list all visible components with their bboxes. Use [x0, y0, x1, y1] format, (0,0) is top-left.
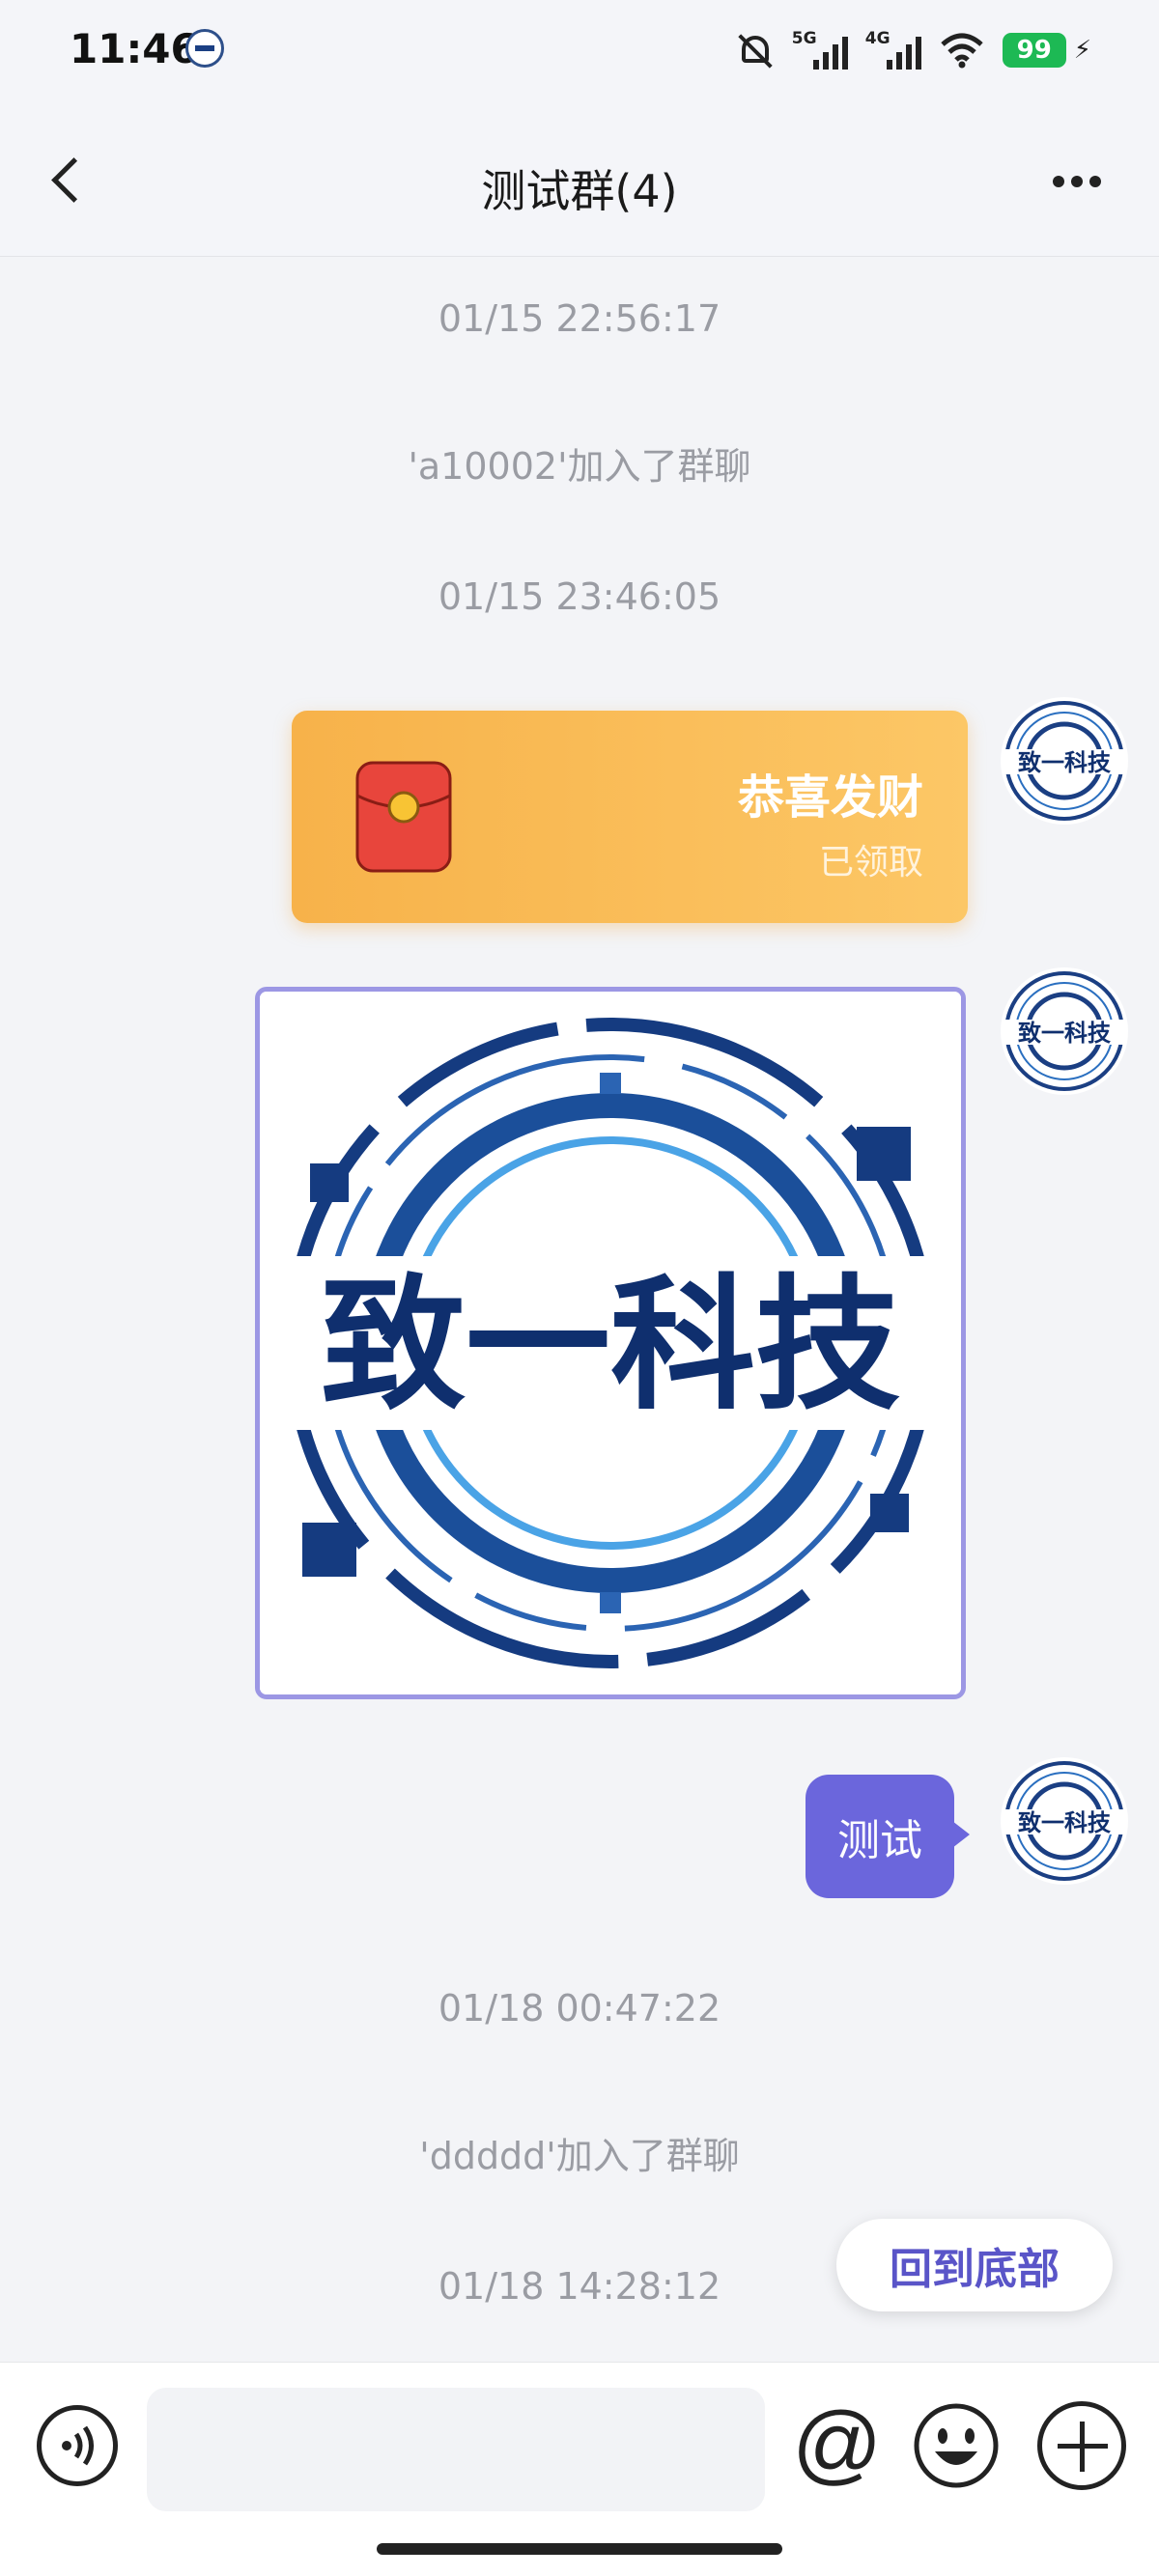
image-message[interactable]: 致一科技 — [255, 987, 966, 1699]
red-packet-icon — [355, 761, 452, 873]
mute-icon — [736, 31, 775, 70]
page-title: 测试群(4) — [481, 165, 678, 217]
chat-message-list[interactable]: 01/15 22:56:17 'a10002'加入了群聊 01/15 23:46… — [0, 257, 1159, 2362]
avatar[interactable]: 致一科技 — [1001, 697, 1128, 825]
system-message: 'a10002'加入了群聊 — [408, 445, 751, 488]
charging-icon: ⚡ — [1073, 36, 1091, 65]
voice-button[interactable] — [37, 2405, 118, 2486]
red-packet-status: 已领取 — [818, 843, 923, 882]
red-packet-title: 恭喜发财 — [737, 770, 923, 825]
system-message: 'ddddd'加入了群聊 — [419, 2135, 740, 2177]
avatar[interactable]: 致一科技 — [1001, 1757, 1128, 1885]
company-logo-icon: 致一科技 — [1004, 701, 1124, 821]
message-timestamp: 01/15 22:56:17 — [438, 297, 721, 340]
status-time: 11:46 — [70, 25, 199, 72]
status-bar: 11:46 5G 4G 99 ⚡ — [0, 0, 1159, 106]
message-input[interactable] — [147, 2388, 765, 2511]
svg-text:致一科技: 致一科技 — [1018, 1020, 1112, 1047]
svg-text:致一科技: 致一科技 — [321, 1262, 900, 1430]
status-indicators: 5G 4G 99 ⚡ — [736, 21, 1091, 79]
svg-text:致一科技: 致一科技 — [1018, 1809, 1112, 1836]
red-packet-message[interactable]: 恭喜发财 已领取 — [292, 711, 968, 923]
text-message-bubble[interactable]: 测试 — [806, 1775, 970, 1898]
more-button[interactable] — [1043, 166, 1111, 197]
message-timestamp: 01/18 00:47:22 — [438, 1987, 721, 2030]
plus-button[interactable] — [1037, 2401, 1126, 2490]
signal-4g-icon: 4G — [865, 29, 921, 71]
chat-screen: 11:46 5G 4G 99 ⚡ 测试群(4) 01/15 22:56:17 '… — [0, 0, 1159, 2576]
battery-icon: 99 — [1002, 33, 1066, 68]
emoji-icon[interactable] — [912, 2401, 1001, 2490]
signal-5g-icon: 5G — [792, 29, 848, 71]
company-logo-icon: 致一科技 — [1004, 971, 1124, 1091]
app-notification-icon — [185, 29, 224, 68]
wifi-icon — [941, 33, 983, 69]
mention-button[interactable]: @ — [792, 2399, 882, 2492]
company-logo-icon: 致一科技 — [1004, 1761, 1124, 1881]
back-to-bottom-button[interactable]: 回到底部 — [836, 2219, 1113, 2311]
voice-icon — [62, 2425, 94, 2466]
svg-text:致一科技: 致一科技 — [1018, 749, 1112, 776]
nav-bar: 测试群(4) — [0, 106, 1159, 257]
message-timestamp: 01/15 23:46:05 — [438, 575, 721, 618]
company-logo-image: 致一科技 — [260, 992, 961, 1694]
home-indicator[interactable] — [377, 2543, 782, 2555]
avatar[interactable]: 致一科技 — [1001, 967, 1128, 1095]
